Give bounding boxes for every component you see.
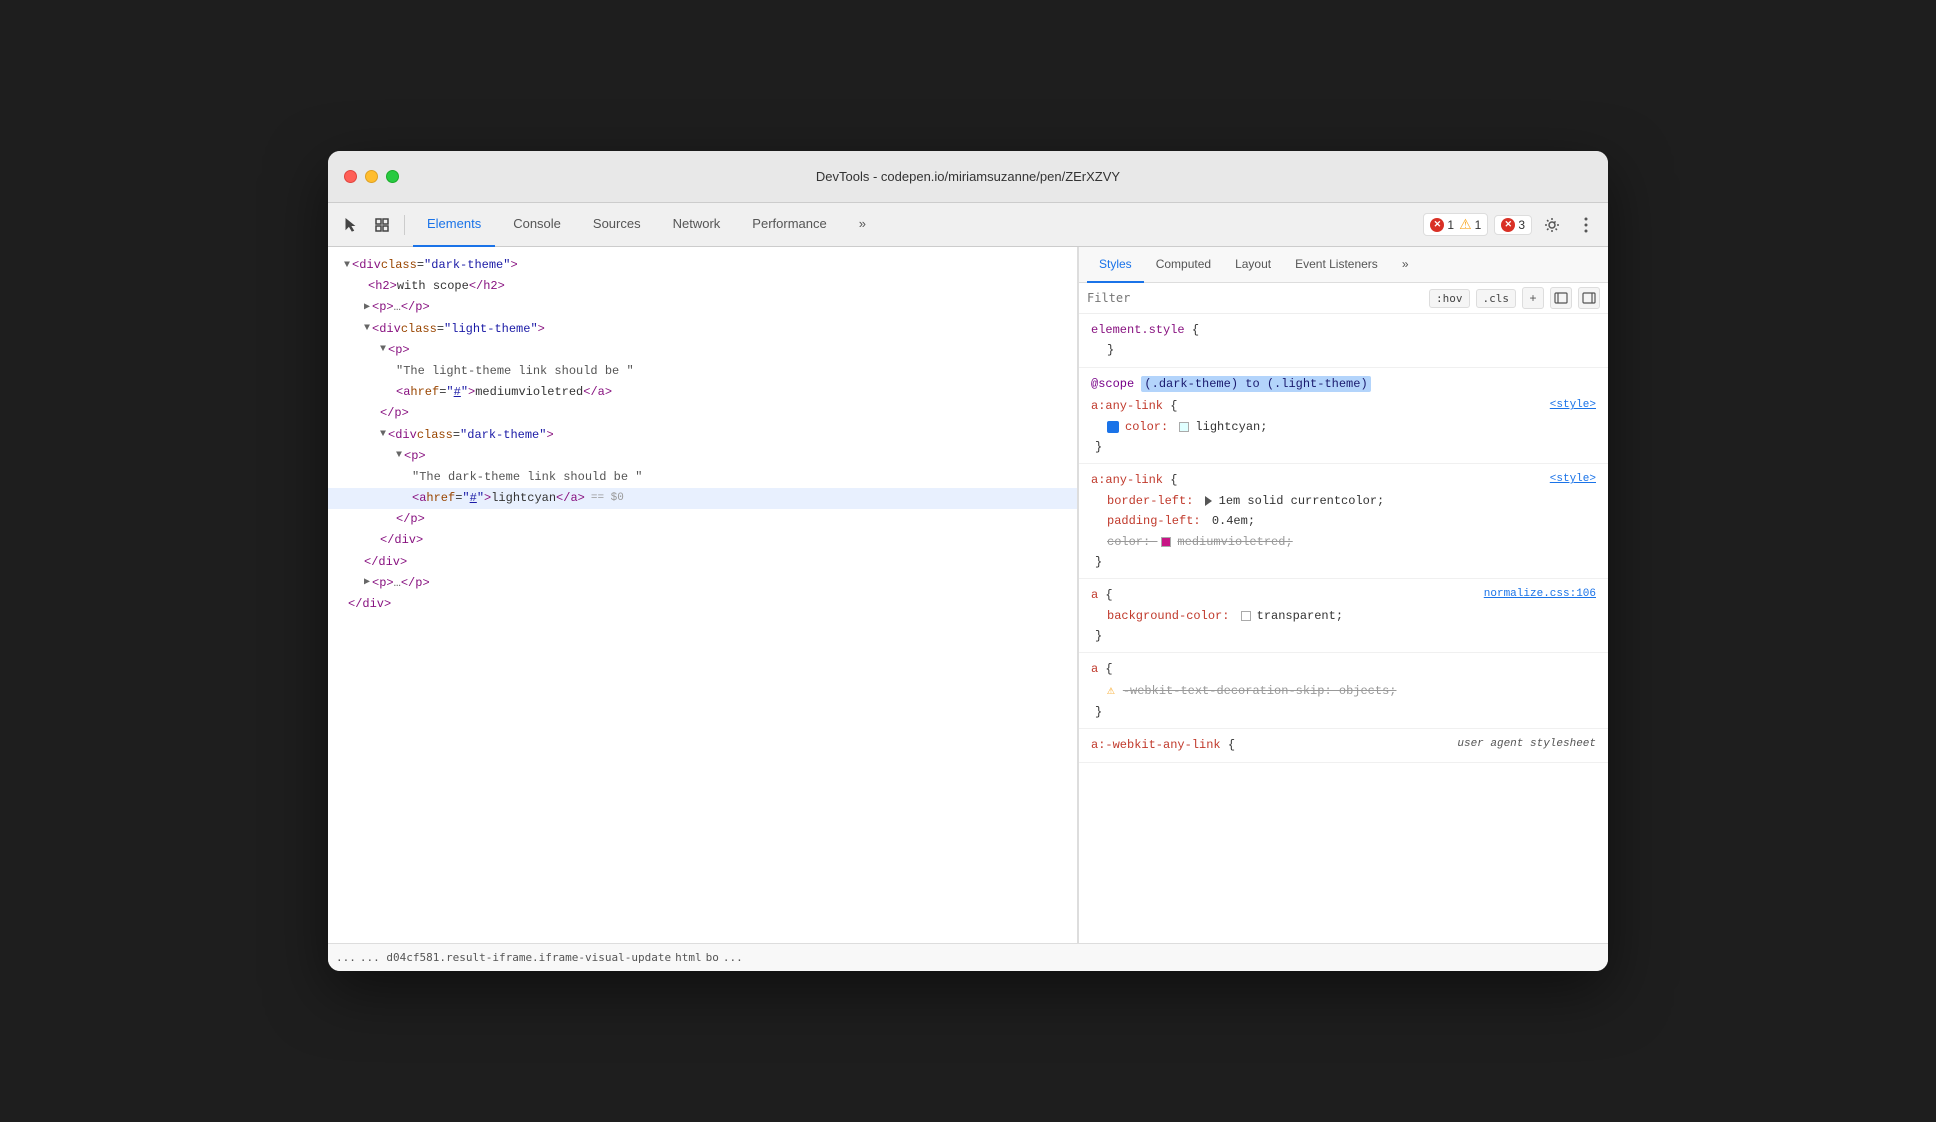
devtools-window: DevTools - codepen.io/miriamsuzanne/pen/… [328,151,1608,971]
main-content: ▼ <div class="dark-theme"> <h2>with scop… [328,247,1608,943]
force-state-button[interactable] [1550,287,1572,309]
statusbar: ... ... d04cf581.result-iframe.iframe-vi… [328,943,1608,971]
rule-element-style: element.style { } [1079,314,1608,368]
checkbox-icon [1107,421,1119,433]
filter-bar: :hov .cls + [1079,283,1608,314]
dom-line: </p> [328,509,1077,530]
more-options-button[interactable] [1572,211,1600,239]
toolbar-right: ✕ 1 ⚠ 1 ✕ 3 [1423,211,1600,239]
styles-tabs: Styles Computed Layout Event Listeners » [1079,247,1608,283]
tab-computed[interactable]: Computed [1144,247,1223,283]
force-state-icon [1554,292,1568,304]
dom-line: </p> [328,403,1077,424]
window-title: DevTools - codepen.io/miriamsuzanne/pen/… [816,169,1120,184]
dom-line: ▼ <p> [328,446,1077,467]
statusbar-dots: ... [336,951,356,964]
divider [404,215,405,235]
rule-webkit-any-link: a:-webkit-any-link { user agent styleshe… [1079,729,1608,762]
dom-line: ▶ <p>…</p> [328,573,1077,594]
rule-source-style2[interactable]: <style> [1550,470,1596,489]
console-error-icon: ✕ [1501,218,1515,232]
dom-line: "The light-theme link should be " [328,361,1077,382]
tab-performance[interactable]: Performance [738,203,840,247]
prop-line: border-left: 1em solid currentcolor; [1091,491,1596,511]
dom-line: </div> [328,594,1077,615]
dom-line: ▼ <p> [328,340,1077,361]
rule-webkit-warning: a { ⚠ -webkit-text-decoration-skip: obje… [1079,653,1608,729]
statusbar-tag2: bo [706,951,719,964]
cls-button[interactable]: .cls [1476,289,1517,308]
traffic-lights [344,170,399,183]
color-swatch-transparent [1241,611,1251,621]
dom-line: ▼ <div class="light-theme"> [328,319,1077,340]
dom-line: "The dark-theme link should be " [328,467,1077,488]
prop-line: color: lightcyan; [1091,417,1596,437]
more-options-icon [1584,217,1588,233]
close-button[interactable] [344,170,357,183]
hov-button[interactable]: :hov [1429,289,1470,308]
dom-line-selected: <a href="#">lightcyan</a>== $0 [328,488,1077,509]
color-swatch [1179,422,1189,432]
warning-icon: ⚠ [1459,216,1472,233]
rule-source-normalize[interactable]: normalize.css:106 [1484,585,1596,604]
inspect-icon [374,217,390,233]
prop-line-strikethrough: color: mediumvioletred; [1091,532,1596,552]
tab-more[interactable]: » [845,203,880,247]
dom-line: ▶ <p>…</p> [328,297,1077,318]
warning-triangle-icon: ⚠ [1107,680,1115,702]
settings-button[interactable] [1538,211,1566,239]
prop-line-warning: ⚠ -webkit-text-decoration-skip: objects; [1091,680,1596,702]
prop-line: background-color: transparent; [1091,606,1596,626]
filter-input[interactable] [1087,291,1423,305]
statusbar-tag1: html [675,951,702,964]
inspect-icon-btn[interactable] [368,211,396,239]
dom-panel[interactable]: ▼ <div class="dark-theme"> <h2>with scop… [328,247,1078,943]
dom-line: </div> [328,530,1077,551]
dom-line: ▼ <div class="dark-theme"> [328,425,1077,446]
statusbar-path: ... d04cf581.result-iframe.iframe-visual… [360,951,671,964]
rule-normalize: a { normalize.css:106 background-color: … [1079,579,1608,653]
dom-line: </div> [328,552,1077,573]
dom-line: <h2>with scope</h2> [328,276,1077,297]
tab-styles[interactable]: Styles [1087,247,1144,283]
add-rule-button[interactable]: + [1522,287,1544,309]
gear-icon [1544,217,1560,233]
dom-line: ▼ <div class="dark-theme"> [328,255,1077,276]
tab-elements[interactable]: Elements [413,203,495,247]
toolbar: Elements Console Sources Network Perform… [328,203,1608,247]
rule-scope: @scope (.dark-theme) to (.light-theme) a… [1079,368,1608,465]
tab-sources[interactable]: Sources [579,203,655,247]
triangle-icon [1205,496,1212,506]
tab-network[interactable]: Network [659,203,735,247]
statusbar-more: ... [723,951,743,964]
dom-line: <a href="#">mediumvioletred</a> [328,382,1077,403]
right-panel: Styles Computed Layout Event Listeners » [1078,247,1608,943]
error-badge[interactable]: ✕ 1 ⚠ 1 [1423,213,1488,236]
minimize-button[interactable] [365,170,378,183]
rule-source-useragent: user agent stylesheet [1457,735,1596,754]
color-swatch-mediumvioletred [1161,537,1171,547]
rule-any-link: a:any-link { <style> border-left: 1em so… [1079,464,1608,579]
toggle-sidebar-icon [1582,292,1596,304]
toggle-sidebar-button[interactable] [1578,287,1600,309]
tab-console[interactable]: Console [499,203,575,247]
tab-more-styles[interactable]: » [1390,247,1421,283]
cursor-icon [342,217,358,233]
tab-layout[interactable]: Layout [1223,247,1283,283]
maximize-button[interactable] [386,170,399,183]
tab-event-listeners[interactable]: Event Listeners [1283,247,1390,283]
titlebar: DevTools - codepen.io/miriamsuzanne/pen/… [328,151,1608,203]
error-icon: ✕ [1430,218,1444,232]
prop-line: padding-left: 0.4em; [1091,511,1596,531]
rule-source-style[interactable]: <style> [1550,396,1596,415]
cursor-icon-btn[interactable] [336,211,364,239]
console-error-badge[interactable]: ✕ 3 [1494,215,1532,235]
styles-content[interactable]: element.style { } @scope (.dark-theme) t… [1079,314,1608,943]
